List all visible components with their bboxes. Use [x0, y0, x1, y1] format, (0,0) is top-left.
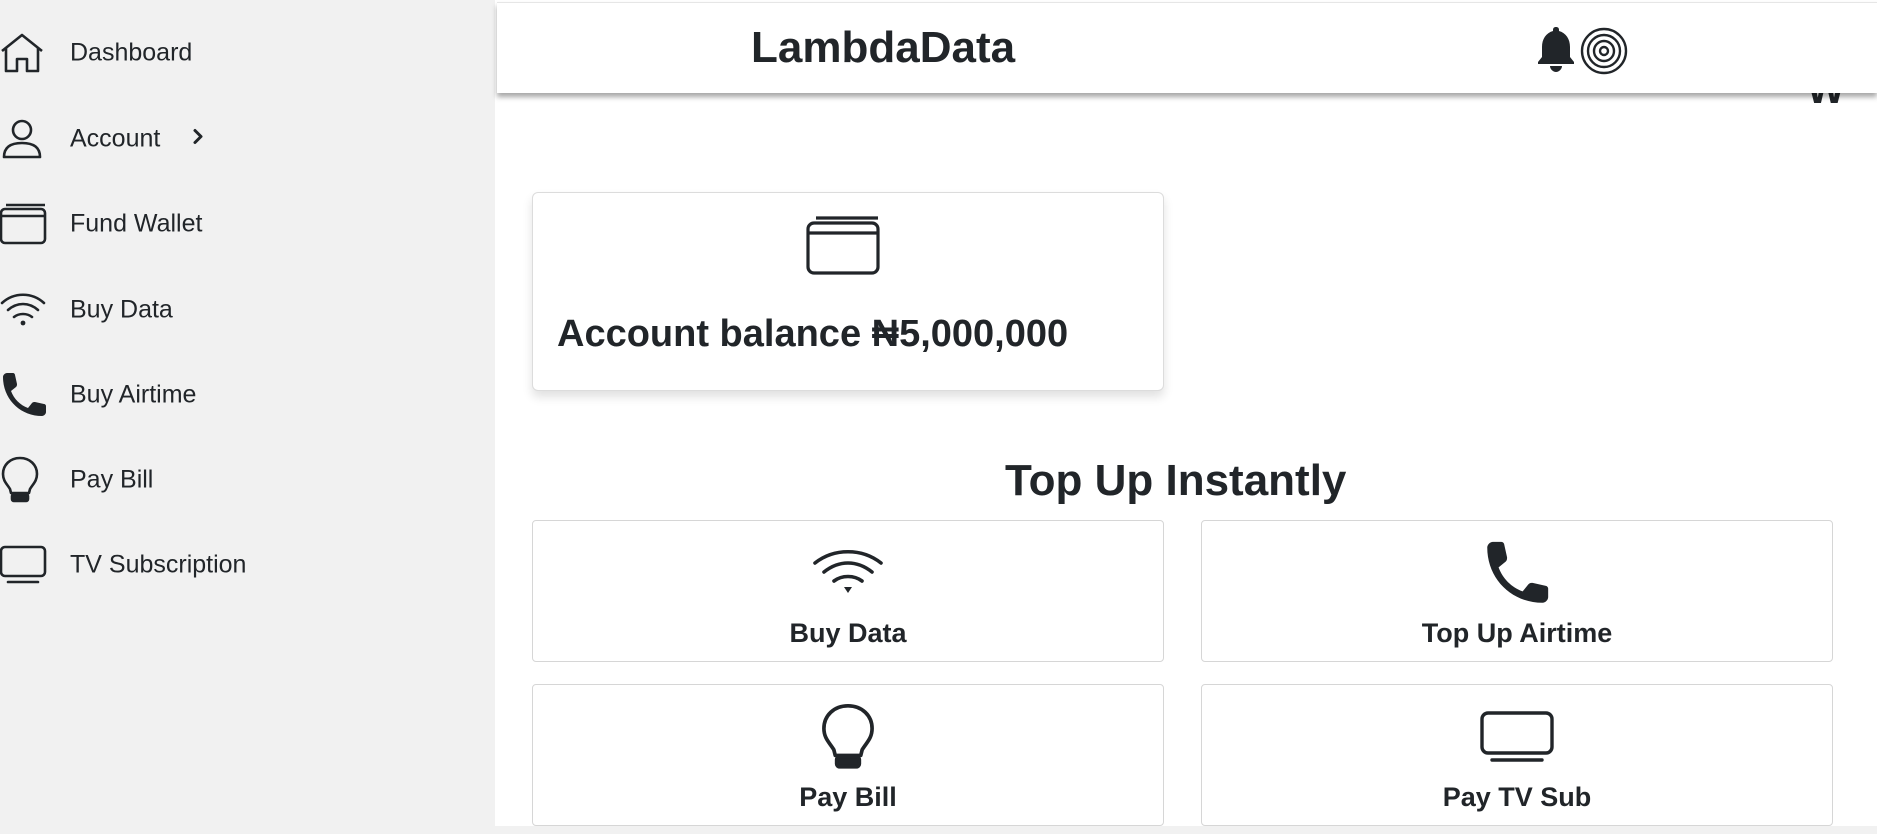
top-up-airtime-tile[interactable]: Top Up Airtime	[1201, 520, 1833, 662]
tile-label: Buy Data	[789, 618, 907, 648]
wallet-icon	[806, 215, 882, 280]
sidebar-item-account[interactable]: Account	[0, 109, 380, 169]
page-bottom-strip	[495, 826, 1877, 834]
tv-icon	[0, 541, 48, 589]
tv-icon	[1480, 711, 1554, 768]
sidebar-item-label: Dashboard	[70, 38, 193, 67]
tile-label: Pay Bill	[799, 782, 897, 812]
user-icon	[0, 115, 48, 163]
section-title: Top Up Instantly	[1005, 456, 1347, 505]
lightbulb-icon	[0, 456, 48, 504]
sidebar-item-pay-bill[interactable]: Pay Bill	[0, 450, 380, 510]
sidebar-item-label: Fund Wallet	[70, 209, 203, 238]
wifi-icon	[812, 549, 884, 600]
sidebar: Dashboard Account Fund Wallet Buy Data B…	[0, 0, 495, 834]
main-content: LambdaData W Account balance ₦5,0	[495, 0, 1877, 826]
phone-icon	[1480, 539, 1554, 612]
sidebar-item-tv-subscription[interactable]: TV Subscription	[0, 535, 380, 595]
account-balance-text: Account balance ₦5,000,000	[557, 313, 1069, 355]
sidebar-item-buy-data[interactable]: Buy Data	[0, 280, 380, 340]
pay-bill-tile[interactable]: Pay Bill	[532, 684, 1164, 826]
home-icon	[0, 29, 48, 77]
tile-label: Top Up Airtime	[1421, 618, 1613, 648]
sidebar-item-label: Account	[70, 124, 161, 153]
brand-title: LambdaData	[751, 23, 1016, 72]
bell-icon[interactable]	[1535, 25, 1577, 78]
wifi-icon	[0, 286, 48, 334]
chevron-right-icon[interactable]	[191, 128, 205, 151]
sidebar-item-dashboard[interactable]: Dashboard	[0, 23, 380, 83]
sidebar-item-label: TV Subscription	[70, 550, 247, 579]
sidebar-item-label: Pay Bill	[70, 465, 154, 494]
top-header: LambdaData	[497, 2, 1877, 93]
sidebar-item-label: Buy Airtime	[70, 380, 197, 409]
wallet-icon	[0, 200, 48, 248]
sidebar-item-buy-airtime[interactable]: Buy Airtime	[0, 365, 380, 425]
lightbulb-icon	[819, 703, 877, 776]
sidebar-item-fund-wallet[interactable]: Fund Wallet	[0, 194, 380, 254]
phone-icon	[0, 371, 48, 419]
pay-tv-sub-tile[interactable]: Pay TV Sub	[1201, 684, 1833, 826]
account-balance-card: Account balance ₦5,000,000	[532, 192, 1164, 391]
sidebar-item-label: Buy Data	[70, 295, 173, 324]
target-icon[interactable]	[1580, 27, 1628, 80]
tile-label: Pay TV Sub	[1442, 782, 1592, 812]
buy-data-tile[interactable]: Buy Data	[532, 520, 1164, 662]
